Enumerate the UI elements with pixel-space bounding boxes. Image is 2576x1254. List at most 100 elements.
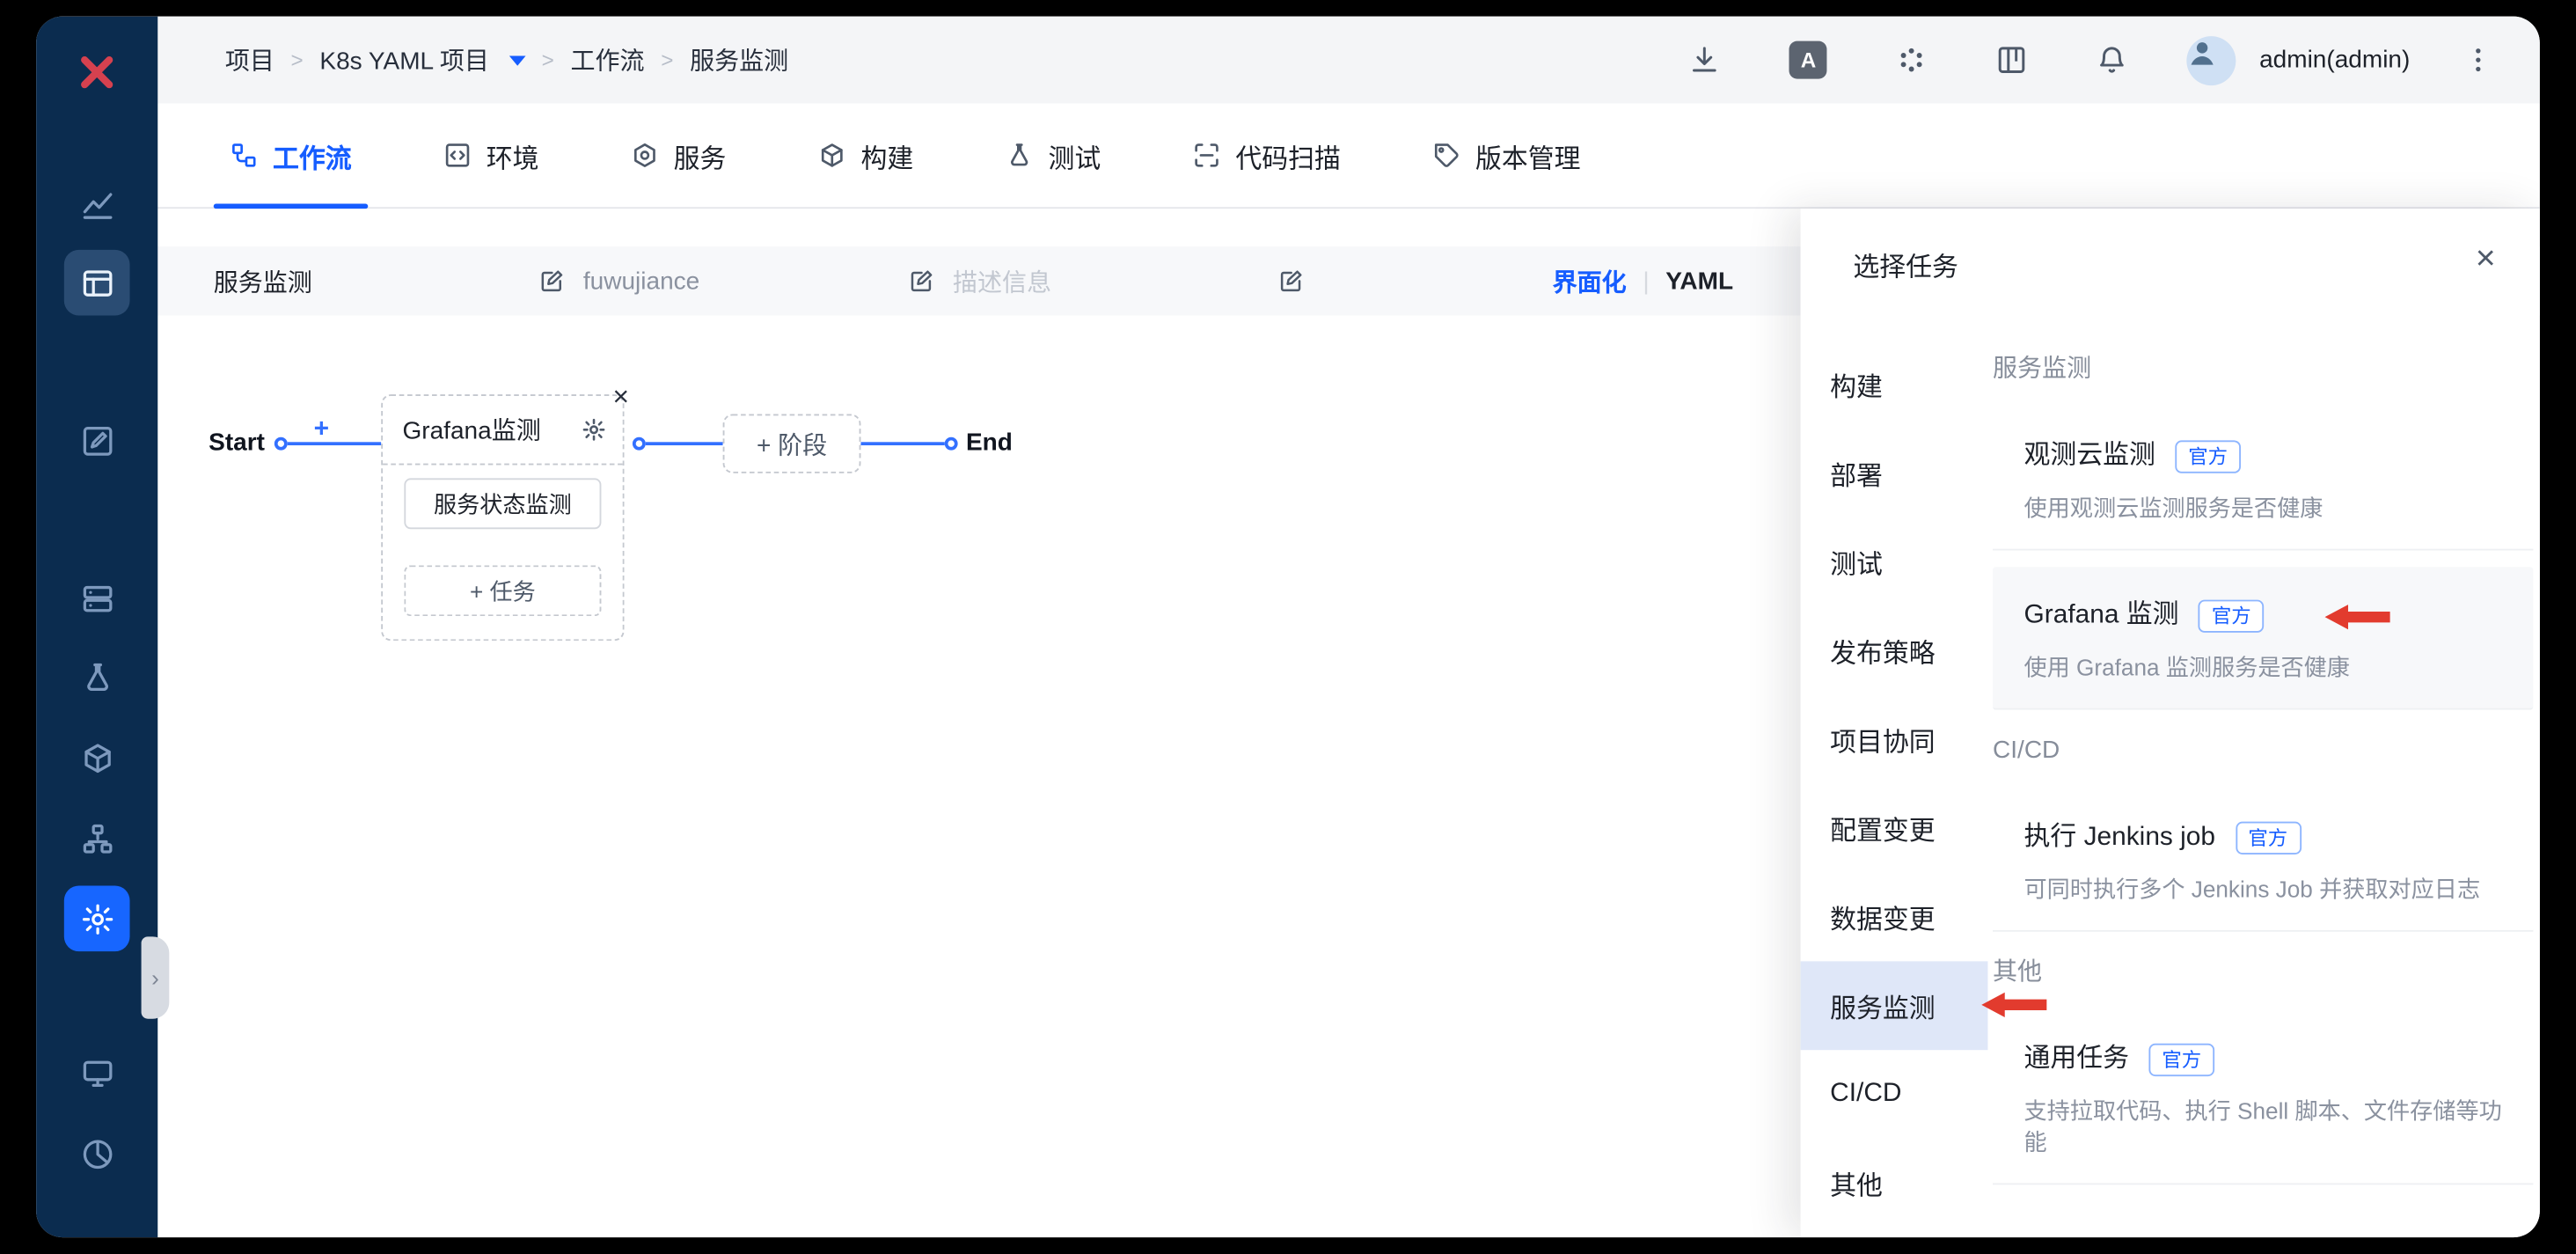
hexagon-icon [634,143,655,167]
add-stage-plus-icon[interactable]: + [314,415,329,445]
tab-services[interactable]: 服务 [614,104,743,208]
category-project-collab[interactable]: 项目协同 [1801,695,1988,784]
avatar[interactable] [2186,35,2236,85]
category-release-strategy[interactable]: 发布策略 [1801,606,1988,695]
category-deploy[interactable]: 部署 [1801,429,1988,517]
tab-code-scan[interactable]: 代码扫描 [1176,104,1357,208]
tab-label: 版本管理 [1475,145,1581,174]
tab-label: 工作流 [272,145,352,174]
flask-icon [1011,143,1028,166]
tag-icon [1435,143,1459,167]
card-title: 通用任务 [2023,1045,2130,1074]
sidebar-item-insights[interactable] [64,171,130,237]
stage-grafana[interactable]: Grafana监测 服务状态监测 + 任务 [381,394,625,642]
add-task-label: + 任务 [469,577,536,605]
breadcrumb-separator: > [290,48,304,73]
breadcrumb: 项目 > K8s YAML 项目 > 工作流 > 服务监测 [225,43,788,77]
more-vertical-icon[interactable] [2463,44,2493,75]
drawer-title: 选择任务 [1853,254,1958,283]
code-icon [445,143,470,167]
category-build[interactable]: 构建 [1801,341,1988,429]
stage-title: Grafana监测 [402,417,541,446]
category-config-change[interactable]: 配置变更 [1801,784,1988,873]
tab-builds[interactable]: 构建 [801,104,930,208]
flask-icon [86,662,108,691]
server-icon [82,584,112,612]
card-head: 观测云监测 官方 [2024,440,2507,473]
tab-environments[interactable]: 环境 [428,104,556,208]
stage-close-icon[interactable]: × [613,383,630,411]
sidebar-item-projects[interactable] [63,249,130,316]
breadcrumb-workflows[interactable]: 工作流 [571,43,645,77]
end-node-label: End [965,429,1013,458]
project-tab-bar: 工作流 环境 服务 构建 测试 代码扫描 版本管理 [157,103,2540,209]
bell-icon[interactable] [2097,44,2127,75]
chevron-right-icon: › [151,964,159,991]
stage: › 项目 > K8s YAML 项目 > 工作流 > 服务监测 A admin(… [0,0,2576,1254]
category-service-monitoring[interactable]: 服务监测 [1800,961,2047,1051]
sidebar-collapse-handle[interactable]: › [141,936,170,1019]
drawer-body: 构建 部署 测试 发布策略 项目协同 配置变更 数据变更 服务监测 CI/CD … [1800,341,2540,1238]
sidebar-item-delivery[interactable] [64,724,130,790]
category-other[interactable]: 其他 [1801,1139,1988,1228]
select-task-drawer: 选择任务 × 构建 部署 测试 发布策略 项目协同 配置变更 数据变更 服务监测… [1800,209,2540,1238]
card-title: 观测云监测 [2023,442,2155,471]
breadcrumb-project[interactable]: 项目 [225,43,274,77]
tab-version-management[interactable]: 版本管理 [1416,104,1597,208]
task-card-grafana[interactable]: Grafana 监测 官方 使用 Grafana 监测服务是否健康 [1993,567,2534,710]
sidebar-item-settings[interactable] [63,885,130,952]
tab-label: 代码扫描 [1235,145,1341,174]
sidebar-item-reports[interactable] [64,1120,130,1186]
category-cicd[interactable]: CI/CD [1801,1050,1988,1139]
task-card-general[interactable]: 通用任务 官方 支持拉取代码、执行 Shell 脚本、文件存储等功能 [1993,1010,2534,1185]
workflow-icon [232,143,256,167]
flow-connector [860,442,945,446]
task-card-guance[interactable]: 观测云监测 官方 使用观测云监测服务是否健康 [1993,407,2534,551]
card-head: Grafana 监测 官方 [2024,599,2507,633]
scan-icon [1195,143,1218,167]
category-label: 部署 [1830,463,1883,492]
category-data-change[interactable]: 数据变更 [1801,873,1988,962]
cube-icon [84,743,110,773]
person-icon [2192,41,2214,64]
tab-label: 服务 [673,145,727,174]
stage-settings-gear-icon[interactable] [582,417,606,442]
text-size-letter: A [1800,48,1817,73]
chart-icon [82,192,112,218]
close-icon[interactable]: × [2464,238,2507,282]
sitemap-icon [82,823,112,853]
app-logo[interactable] [64,40,130,106]
section-title: 其他 [1993,957,2043,986]
official-badge: 官方 [2198,599,2265,633]
pie-chart-icon [82,1139,112,1169]
task-card-jenkins[interactable]: 执行 Jenkins job 官方 可同时执行多个 Jenkins Job 并获… [1993,788,2534,932]
sidebar-item-resources[interactable] [64,565,130,631]
sidebar-item-pipelines[interactable] [64,805,130,871]
sidebar-item-templates[interactable] [64,407,130,473]
edit-square-icon [82,426,112,455]
end-node-dot [944,436,958,451]
card-title: 执行 Jenkins job [2023,823,2216,852]
sidebar [36,16,158,1238]
download-icon[interactable] [1689,44,1720,75]
tab-tests[interactable]: 测试 [989,104,1117,208]
add-task-button[interactable]: + 任务 [404,565,602,617]
category-test[interactable]: 测试 [1801,517,1988,606]
category-label: 项目协同 [1830,730,1936,758]
chevron-down-icon[interactable] [509,55,525,65]
flow-connector [645,442,723,446]
sidebar-item-testing[interactable] [64,644,130,710]
tab-workflows[interactable]: 工作流 [213,104,369,209]
kanban-icon[interactable] [1996,44,2027,75]
add-stage-button[interactable]: + 阶段 [722,414,861,473]
breadcrumb-project-name[interactable]: K8s YAML 项目 [319,43,489,77]
tab-label: 构建 [860,145,914,174]
official-badge: 官方 [2175,440,2242,473]
card-description: 使用观测云监测服务是否健康 [2023,495,2324,521]
user-name[interactable]: admin(admin) [2259,46,2410,74]
sidebar-item-operations[interactable] [64,1040,130,1106]
text-size-icon[interactable]: A [1789,40,1827,79]
start-node-label: Start [209,429,265,458]
apps-grid-icon[interactable] [1896,44,1927,75]
task-service-status[interactable]: 服务状态监测 [404,478,602,530]
